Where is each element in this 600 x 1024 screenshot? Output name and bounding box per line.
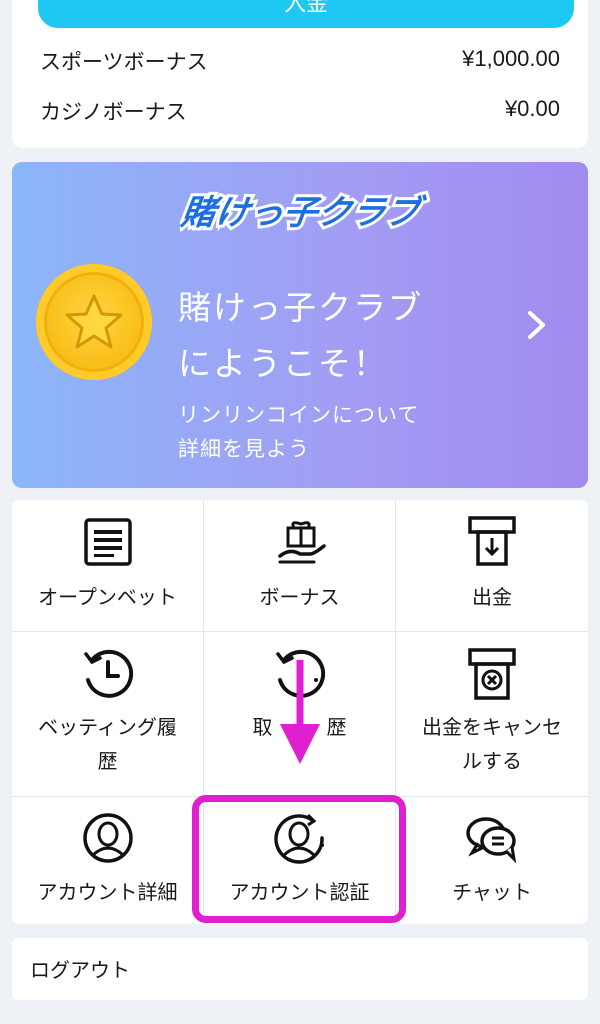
menu-item-label: ベッティング履 歴	[38, 715, 177, 773]
coin-icon	[36, 264, 152, 380]
balance-card: 入金 スポーツボーナス ¥1,000.00 カジノボーナス ¥0.00	[12, 0, 588, 148]
menu-item-cancel-withdraw[interactable]: 出金をキャンセ ルする	[396, 632, 588, 796]
menu-item-withdraw[interactable]: 出金	[396, 500, 588, 631]
banner-subtitle: リンリンコインについて 詳細を見よう	[178, 403, 420, 461]
cancel-withdraw-icon	[468, 648, 516, 700]
menu-item-betting-history[interactable]: ベッティング履 歴	[12, 632, 203, 796]
casino-bonus-row: カジノボーナス ¥0.00	[40, 96, 560, 126]
sports-bonus-row: スポーツボーナス ¥1,000.00	[40, 46, 560, 76]
chevron-right-icon[interactable]	[524, 308, 550, 342]
menu-item-bonus[interactable]: ボーナス	[204, 500, 395, 631]
gift-icon	[277, 521, 326, 564]
menu-item-open-bets[interactable]: オープンベット	[12, 500, 203, 631]
list-icon	[83, 518, 132, 566]
casino-bonus-label: カジノボーナス	[40, 100, 187, 124]
menu-item-label: 出金	[472, 585, 512, 609]
menu-item-account-details[interactable]: アカウント詳細	[12, 797, 203, 924]
menu-item-label: アカウント詳細	[37, 880, 178, 904]
sports-bonus-amount: ¥1,000.00	[462, 46, 560, 71]
sports-bonus-label: スポーツボーナス	[40, 50, 208, 74]
kakekko-club-logo: 賭けっ子クラブ	[180, 190, 430, 236]
menu-item-label: 出金をキャンセ ルする	[422, 715, 562, 773]
menu-item-chat[interactable]: チャット	[396, 797, 588, 924]
menu-item-label: チャット	[452, 880, 532, 904]
atm-withdraw-icon	[468, 516, 516, 566]
chat-icon	[466, 817, 517, 864]
banner-title: 賭けっ子クラブ にようこそ！	[178, 288, 423, 383]
svg-text:賭けっ子クラブ: 賭けっ子クラブ	[180, 193, 428, 233]
annotation-arrow	[280, 660, 320, 764]
menu-item-label: オープンベット	[38, 585, 177, 609]
welcome-banner[interactable]: 賭けっ子クラブ 賭けっ子クラブ にようこそ！ リンリンコインについて 詳細を見よ…	[12, 162, 588, 488]
menu-item-label: ボーナス	[259, 585, 340, 609]
history-icon	[83, 649, 133, 698]
logout-label: ログアウト	[30, 958, 130, 982]
user-icon	[82, 813, 133, 863]
logout-button[interactable]: ログアウト	[12, 938, 588, 1000]
deposit-button[interactable]: 入金	[38, 0, 574, 28]
annotation-highlight-box	[192, 795, 406, 923]
casino-bonus-amount: ¥0.00	[504, 96, 560, 121]
